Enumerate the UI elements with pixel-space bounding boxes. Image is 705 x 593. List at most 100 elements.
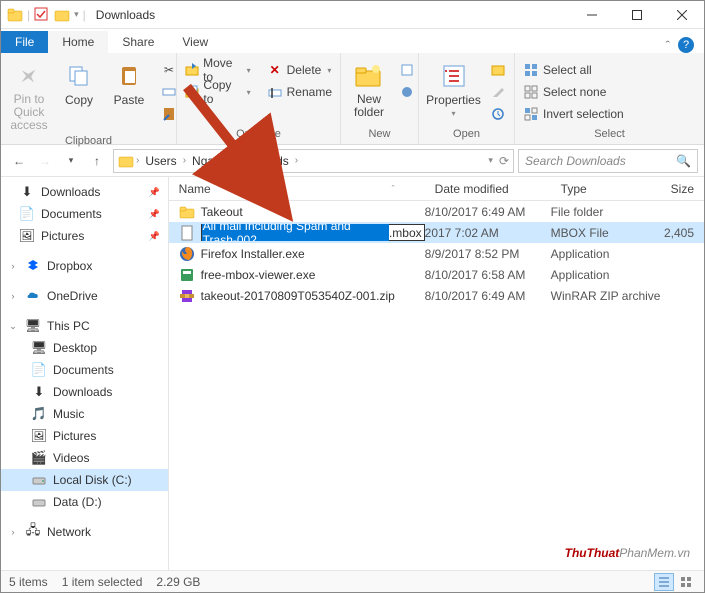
close-button[interactable] bbox=[659, 1, 704, 29]
easy-access-button[interactable] bbox=[395, 81, 419, 103]
new-folder-icon bbox=[354, 61, 384, 91]
file-row[interactable]: free-mbox-viewer.exe 8/10/2017 6:58 AM A… bbox=[169, 264, 704, 285]
rename-button[interactable]: Rename bbox=[263, 81, 336, 103]
file-row[interactable]: Takeout 8/10/2017 6:49 AM File folder bbox=[169, 201, 704, 222]
expand-icon[interactable]: › bbox=[7, 527, 19, 537]
nav-desktop[interactable]: 🖥Desktop bbox=[1, 337, 168, 359]
col-date[interactable]: Date modified bbox=[425, 182, 551, 196]
select-all-icon bbox=[523, 62, 539, 78]
nav-network[interactable]: ›🖧Network bbox=[1, 521, 168, 543]
history-button[interactable] bbox=[486, 103, 510, 125]
col-name[interactable]: Nameˆ bbox=[169, 182, 425, 196]
nav-downloads[interactable]: ⬇Downloads📌 bbox=[1, 181, 168, 203]
tab-view[interactable]: View bbox=[168, 31, 222, 53]
collapse-icon[interactable]: ⌄ bbox=[7, 321, 19, 332]
open-icon bbox=[490, 62, 506, 78]
tab-home[interactable]: Home bbox=[48, 31, 108, 53]
folder-icon bbox=[179, 204, 195, 220]
nav-dropbox[interactable]: ›Dropbox bbox=[1, 255, 168, 277]
chevron-right-icon[interactable]: › bbox=[220, 155, 223, 166]
window-title: Downloads bbox=[96, 8, 155, 22]
file-row-renaming[interactable]: All mail Including Spam and Trash-002.mb… bbox=[169, 222, 704, 243]
refresh-icon[interactable]: ⟳ bbox=[499, 154, 509, 168]
edit-icon bbox=[490, 84, 506, 100]
nav-forward-button[interactable]: → bbox=[33, 149, 57, 173]
address-bar: ← → ▾ ↑ › Users › Nga › Downloads › ▾ ⟳ … bbox=[1, 145, 704, 177]
new-item-button[interactable] bbox=[395, 59, 419, 81]
col-type[interactable]: Type bbox=[551, 182, 661, 196]
nav-pictures[interactable]: 🖼Pictures📌 bbox=[1, 225, 168, 247]
pin-icon bbox=[14, 61, 44, 91]
nav-documents-pc[interactable]: 📄Documents bbox=[1, 359, 168, 381]
qat-folder-icon[interactable] bbox=[54, 7, 70, 23]
ribbon: Pin to Quick access Copy Paste ✂ Clipboa… bbox=[1, 53, 704, 145]
edit-button[interactable] bbox=[486, 81, 510, 103]
file-type: Application bbox=[551, 247, 661, 261]
file-date: 8/10/2017 6:49 AM bbox=[425, 205, 551, 219]
copy-to-button[interactable]: Copy to▾ bbox=[181, 81, 255, 103]
collapse-ribbon-icon[interactable]: ˆ bbox=[666, 38, 670, 53]
firefox-icon bbox=[179, 246, 195, 262]
select-all-button[interactable]: Select all bbox=[519, 59, 628, 81]
col-size[interactable]: Size bbox=[661, 182, 704, 196]
crumb-nga[interactable]: Nga bbox=[188, 154, 218, 168]
pictures-icon: 🖼 bbox=[19, 228, 35, 244]
nav-downloads-pc[interactable]: ⬇Downloads bbox=[1, 381, 168, 403]
pin-icon: 📌 bbox=[148, 231, 159, 242]
delete-button[interactable]: ✕Delete▾ bbox=[263, 59, 336, 81]
crumb-users[interactable]: Users bbox=[141, 154, 180, 168]
copy-button[interactable]: Copy bbox=[55, 59, 103, 109]
delete-icon: ✕ bbox=[267, 62, 283, 78]
pictures-icon: 🖼 bbox=[31, 428, 47, 444]
qat-divider-2: | bbox=[83, 8, 86, 22]
select-none-button[interactable]: Select none bbox=[519, 81, 628, 103]
desktop-icon: 🖥 bbox=[31, 340, 47, 356]
minimize-button[interactable] bbox=[569, 1, 614, 29]
file-row[interactable]: Firefox Installer.exe 8/9/2017 8:52 PM A… bbox=[169, 243, 704, 264]
nav-thispc[interactable]: ⌄🖥This PC bbox=[1, 315, 168, 337]
pin-to-quick-access-button[interactable]: Pin to Quick access bbox=[5, 59, 53, 135]
nav-onedrive[interactable]: ›OneDrive bbox=[1, 285, 168, 307]
file-row[interactable]: takeout-20170809T053540Z-001.zip 8/10/20… bbox=[169, 285, 704, 306]
expand-icon[interactable]: › bbox=[7, 291, 19, 301]
file-type: File folder bbox=[551, 205, 661, 219]
group-new-label: New bbox=[345, 128, 414, 142]
column-headers: Nameˆ Date modified Type Size bbox=[169, 177, 704, 201]
search-input[interactable]: Search Downloads 🔍 bbox=[518, 149, 698, 173]
thispc-icon: 🖥 bbox=[25, 318, 41, 334]
tab-share[interactable]: Share bbox=[108, 31, 168, 53]
maximize-button[interactable] bbox=[614, 1, 659, 29]
invert-selection-button[interactable]: Invert selection bbox=[519, 103, 628, 125]
nav-videos[interactable]: 🎬Videos bbox=[1, 447, 168, 469]
nav-localdisk[interactable]: Local Disk (C:) bbox=[1, 469, 168, 491]
nav-up-button[interactable]: ↑ bbox=[85, 149, 109, 173]
nav-music[interactable]: 🎵Music bbox=[1, 403, 168, 425]
properties-button[interactable]: Properties▾ bbox=[423, 59, 484, 120]
folder-icon bbox=[118, 153, 134, 169]
qat-dropdown-icon[interactable]: ▾ bbox=[74, 9, 79, 20]
nav-datad[interactable]: Data (D:) bbox=[1, 491, 168, 513]
help-icon[interactable]: ? bbox=[678, 37, 694, 53]
nav-pictures-pc[interactable]: 🖼Pictures bbox=[1, 425, 168, 447]
view-large-icons-button[interactable] bbox=[676, 573, 696, 591]
view-details-button[interactable] bbox=[654, 573, 674, 591]
chevron-right-icon[interactable]: › bbox=[295, 155, 298, 166]
chevron-right-icon[interactable]: › bbox=[183, 155, 186, 166]
chevron-right-icon[interactable]: › bbox=[136, 155, 139, 166]
tab-file[interactable]: File bbox=[1, 31, 48, 53]
nav-back-button[interactable]: ← bbox=[7, 149, 31, 173]
rename-input[interactable]: All mail Including Spam and Trash-002.mb… bbox=[201, 224, 425, 241]
crumb-downloads[interactable]: Downloads bbox=[225, 154, 292, 168]
pin-icon: 📌 bbox=[148, 209, 159, 220]
search-icon: 🔍 bbox=[676, 154, 691, 168]
paste-button[interactable]: Paste bbox=[105, 59, 153, 109]
qat-checkbox-icon[interactable] bbox=[34, 7, 50, 23]
open-button[interactable] bbox=[486, 59, 510, 81]
select-none-icon bbox=[523, 84, 539, 100]
expand-icon[interactable]: › bbox=[7, 261, 19, 271]
nav-documents[interactable]: 📄Documents📌 bbox=[1, 203, 168, 225]
nav-recent-button[interactable]: ▾ bbox=[59, 149, 83, 173]
address-dropdown-icon[interactable]: ▾ bbox=[488, 155, 493, 166]
breadcrumb[interactable]: › Users › Nga › Downloads › ▾ ⟳ bbox=[113, 149, 514, 173]
new-folder-button[interactable]: New folder bbox=[345, 59, 393, 121]
